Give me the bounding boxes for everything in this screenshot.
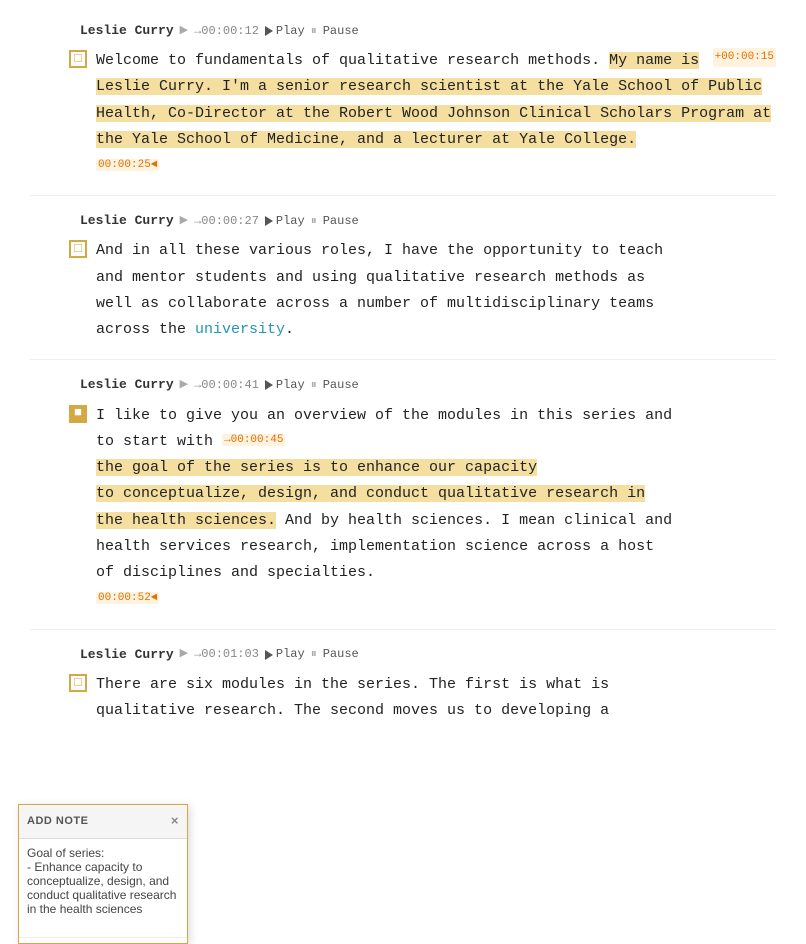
play-label-3[interactable]: Play: [276, 375, 305, 395]
timestamp-mid-3: →00:00:45: [222, 434, 285, 446]
segment-4-text: There are six modules in the series. The…: [96, 672, 776, 725]
segment-2-text: And in all these various roles, I have t…: [96, 238, 776, 343]
separator-1: ⏸: [311, 21, 317, 41]
add-note-close-button[interactable]: ×: [171, 810, 179, 832]
add-note-textarea[interactable]: Goal of series: - Enhance capacity to co…: [19, 839, 187, 929]
note-icon-3[interactable]: ■: [69, 405, 87, 423]
segment-2-body: □ And in all these various roles, I have…: [0, 234, 806, 343]
note-icon-col-1: □: [60, 48, 96, 68]
note-icon-col-3: ■: [60, 403, 96, 423]
pause-button-4[interactable]: Pause: [323, 644, 359, 664]
play-button-1[interactable]: Play: [265, 21, 305, 41]
play-icon-1: [265, 26, 273, 36]
timestamp-end-3: 00:00:52◄: [96, 592, 159, 604]
speaker-arrow-1: ▶: [180, 22, 188, 41]
pause-label-4[interactable]: Pause: [323, 644, 359, 664]
segment-4-header: Leslie Curry ▶ →00:01:03 Play ⏸ Pause: [0, 642, 806, 668]
play-button-4[interactable]: Play: [265, 644, 305, 664]
segment-3-header: Leslie Curry ▶ →00:00:41 Play ⏸ Pause: [0, 372, 806, 398]
separator-2: ⏸: [311, 211, 317, 231]
timestamp-end-badge-1: +00:00:15: [713, 48, 776, 67]
speaker-name-2: Leslie Curry: [80, 210, 174, 232]
pause-button-2[interactable]: Pause: [323, 211, 359, 231]
speaker-arrow-2: ▶: [180, 212, 188, 231]
speaker-arrow-4: ▶: [180, 645, 188, 664]
segment-2: Leslie Curry ▶ →00:00:27 Play ⏸ Pause □ …: [0, 200, 806, 355]
segment-1-text: +00:00:15 Welcome to fundamentals of qua…: [96, 48, 776, 179]
separator-3: ⏸: [311, 375, 317, 395]
separator-4: ⏸: [311, 644, 317, 664]
play-button-3[interactable]: Play: [265, 375, 305, 395]
university-link[interactable]: university: [195, 321, 285, 338]
divider-1: [30, 195, 776, 196]
play-icon-2: [265, 216, 273, 226]
note-icon-4[interactable]: □: [69, 674, 87, 692]
timestamp-end-1: 00:00:25◄: [96, 159, 159, 171]
segment-2-header: Leslie Curry ▶ →00:00:27 Play ⏸ Pause: [0, 208, 806, 234]
pause-label-3[interactable]: Pause: [323, 375, 359, 395]
play-icon-3: [265, 380, 273, 390]
speaker-name-3: Leslie Curry: [80, 374, 174, 396]
segment-1: Leslie Curry ▶ →00:00:12 Play ⏸ Pause □ …: [0, 10, 806, 191]
timestamp-start-3[interactable]: →00:00:41: [194, 375, 259, 395]
pause-button-3[interactable]: Pause: [323, 375, 359, 395]
add-note-title: ADD NOTE: [27, 812, 88, 831]
play-icon-4: [265, 650, 273, 660]
add-note-header: ADD NOTE ×: [19, 805, 187, 838]
note-icon-2[interactable]: □: [69, 240, 87, 258]
segment-1-header: Leslie Curry ▶ →00:00:12 Play ⏸ Pause: [0, 18, 806, 44]
divider-3: [30, 629, 776, 630]
pause-label-2[interactable]: Pause: [323, 211, 359, 231]
segment-4: Leslie Curry ▶ →00:01:03 Play ⏸ Pause □ …: [0, 634, 806, 737]
note-icon-1[interactable]: □: [69, 50, 87, 68]
timestamp-start-4[interactable]: →00:01:03: [194, 644, 259, 664]
transcript-container: Leslie Curry ▶ →00:00:12 Play ⏸ Pause □ …: [0, 0, 806, 746]
pause-label-1[interactable]: Pause: [323, 21, 359, 41]
play-label-2[interactable]: Play: [276, 211, 305, 231]
speaker-name-4: Leslie Curry: [80, 644, 174, 666]
add-note-footer: [19, 937, 187, 943]
highlight-1: My name is Leslie Curry. I'm a senior re…: [96, 52, 771, 148]
timestamp-start-1[interactable]: →00:00:12: [194, 21, 259, 41]
segment-1-body: □ +00:00:15 Welcome to fundamentals of q…: [0, 44, 806, 179]
pause-button-1[interactable]: Pause: [323, 21, 359, 41]
play-label-1[interactable]: Play: [276, 21, 305, 41]
segment-3: Leslie Curry ▶ →00:00:41 Play ⏸ Pause ■ …: [0, 364, 806, 624]
note-icon-col-4: □: [60, 672, 96, 692]
play-label-4[interactable]: Play: [276, 644, 305, 664]
segment-4-body: □ There are six modules in the series. T…: [0, 668, 806, 725]
note-icon-col-2: □: [60, 238, 96, 258]
segment-3-body: ■ I like to give you an overview of the …: [0, 399, 806, 613]
highlight-3: the goal of the series is to enhance our…: [96, 459, 645, 529]
segment-3-text: I like to give you an overview of the mo…: [96, 403, 776, 613]
add-note-popup: ADD NOTE × Goal of series: - Enhance cap…: [18, 804, 188, 944]
play-button-2[interactable]: Play: [265, 211, 305, 231]
timestamp-start-2[interactable]: →00:00:27: [194, 211, 259, 231]
divider-2: [30, 359, 776, 360]
speaker-arrow-3: ▶: [180, 376, 188, 395]
speaker-name-1: Leslie Curry: [80, 20, 174, 42]
